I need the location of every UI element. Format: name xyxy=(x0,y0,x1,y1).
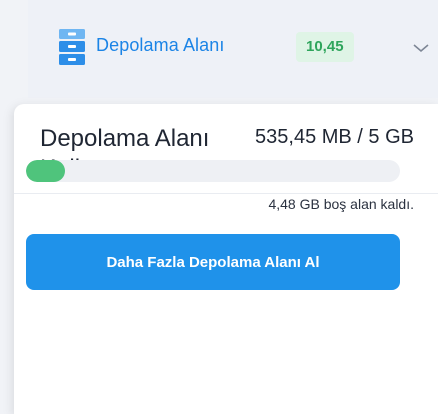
storage-label: Depolama Alanı xyxy=(96,35,225,55)
storage-menu-toggle[interactable]: Depolama Alanı 10,45 xyxy=(28,0,438,98)
storage-progress-fill xyxy=(26,160,66,182)
storage-drawer-icon xyxy=(59,29,85,65)
usage-text: 535,45 MB / 5 GB xyxy=(255,126,414,148)
storage-progress-bar xyxy=(26,160,400,182)
free-space-text: 4,48 GB boş alan kaldı. xyxy=(268,196,414,212)
chevron-down-icon[interactable] xyxy=(412,42,430,54)
buy-more-storage-button[interactable]: Daha Fazla Depolama Alanı Al xyxy=(26,234,400,290)
usage-badge: 10,45 xyxy=(296,32,354,62)
